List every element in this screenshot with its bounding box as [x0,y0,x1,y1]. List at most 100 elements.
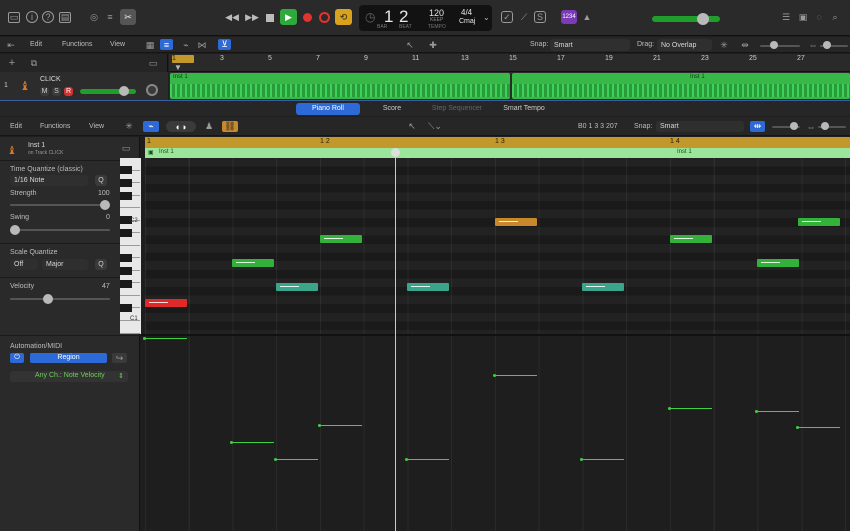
track-volume-knob[interactable] [119,86,129,96]
playhead-handle[interactable] [391,148,400,157]
editor-link-icon[interactable]: ⛓ [222,121,238,132]
notepad-icon[interactable]: ▣ [797,11,809,23]
tracks-snap-dropdown[interactable]: Smart [550,39,630,51]
tracks-zoom-knob[interactable] [770,41,778,49]
mixer-icon[interactable]: ≡ [104,11,116,23]
tracks-hzoom-knob[interactable] [823,41,831,49]
replace-icon[interactable]: ⟋ [518,11,530,23]
editor-catch-icon[interactable]: ✳ [123,121,135,132]
arrange-region-2[interactable]: Inst 1 [512,73,850,99]
velocity-line[interactable] [230,441,274,444]
swing-slider[interactable] [10,229,110,231]
velocity-knob[interactable] [43,294,53,304]
editor-vzoom-knob[interactable] [790,122,798,130]
velocity-line[interactable] [318,424,362,427]
velocity-line[interactable] [405,458,449,461]
count-in-button[interactable]: 1234 [561,10,577,24]
pencil-tool-icon[interactable]: ✚ [428,40,438,50]
tracks-zoom-slider[interactable] [760,45,800,47]
editor-ruler[interactable]: 1 1 2 1 3 1 4 [145,137,850,148]
automation-share-icon[interactable]: ↪ [112,353,127,363]
velocity-lane[interactable] [145,336,850,531]
editor-quantize-icon[interactable]: ♟ [203,121,215,132]
capture-record-icon[interactable] [319,12,330,23]
scale-quantize-button[interactable]: Q [95,259,107,270]
editor-region-strip[interactable]: ▣ Inst 1 Inst 1 [145,148,850,158]
back-arrow-icon[interactable]: ⇤ [6,40,16,50]
scale-quantize-off-dropdown[interactable]: Off [10,259,38,270]
fit-zoom-icon[interactable]: ⇹ [738,40,752,50]
editor-fit-icon[interactable]: ⇹ [750,121,765,132]
library-icon[interactable]: ▭ [8,12,20,23]
velocity-line[interactable] [755,410,799,413]
solo-button[interactable]: S [52,87,61,96]
inspector-icon[interactable]: i [26,11,38,23]
stop-icon[interactable] [266,14,274,22]
black-key[interactable] [120,267,132,275]
midi-note[interactable] [145,299,187,307]
rewind-icon[interactable]: ◀◀ [225,11,239,24]
note-grid[interactable] [145,158,850,334]
black-key[interactable] [120,192,132,200]
track-name[interactable]: CLICK [40,76,61,83]
velocity-line[interactable] [143,337,187,340]
black-key[interactable] [120,304,132,312]
record-icon[interactable] [303,13,312,22]
editor-pencil-tool[interactable]: ⟍⌄ [426,121,444,132]
list-view-icon[interactable]: ≡ [160,39,173,50]
catch-icon[interactable]: ⊻ [218,39,231,50]
midi-note[interactable] [798,218,840,226]
scale-quantize-mode-dropdown[interactable]: Major [42,259,88,270]
black-key[interactable] [120,280,132,288]
velocity-line[interactable] [493,374,537,377]
midi-note[interactable] [407,283,449,291]
play-button[interactable]: ▶ [280,9,297,25]
midi-note[interactable] [757,259,799,267]
piano-keyboard[interactable]: C2 C1 [120,158,141,334]
midi-note[interactable] [670,235,712,243]
swing-knob[interactable] [10,225,20,235]
fast-forward-icon[interactable]: ▶▶ [245,11,259,24]
flex-icon[interactable]: ⋈ [197,40,207,50]
midi-note[interactable] [276,283,318,291]
white-key[interactable] [120,320,140,334]
add-track-icon[interactable]: + [6,57,18,69]
h-zoom-icon[interactable]: ⇔ [808,40,818,50]
pointer-tool-icon[interactable]: ↖ [405,40,415,50]
tab-piano-roll[interactable]: Piano Roll [296,103,360,115]
global-tracks-icon[interactable]: ▭ [147,58,159,68]
mute-button[interactable]: M [40,87,49,96]
master-volume-slider[interactable] [652,16,720,22]
solo-icon[interactable]: S [534,11,546,23]
lcd-dropdown-icon[interactable]: ⌄ [483,13,490,22]
midi-note[interactable] [495,218,537,226]
tracks-edit-menu[interactable]: Edit [30,41,42,48]
time-quantize-dropdown[interactable]: 1/16 Note [10,175,88,186]
playhead[interactable] [395,148,396,531]
editor-hzoom-knob[interactable] [821,122,829,130]
list-editors-icon[interactable]: ☰ [780,11,792,23]
arrange-region-1[interactable]: Inst 1 [170,73,510,99]
tuner-icon[interactable]: ✓ [501,11,513,23]
automation-param-dropdown[interactable]: Any Ch.: Note Velocity ⇕ [10,371,128,382]
automation-power-icon[interactable]: ⏻ [10,353,24,363]
browser-icon[interactable]: ⌕ [829,11,841,23]
waveform-zoom-icon[interactable]: ✳ [719,40,729,50]
automation-region-button[interactable]: Region [30,353,107,363]
strength-slider[interactable] [10,204,110,206]
midi-note[interactable] [582,283,624,291]
tracks-drag-dropdown[interactable]: No Overlap [657,39,712,51]
lcd-display[interactable]: ◷ 1 2 BAR BEAT 120 KEEP TEMPO 4/4 Cmaj ⌄ [359,5,492,31]
black-key[interactable] [120,229,132,237]
editor-functions-menu[interactable]: Functions [40,123,70,130]
velocity-line[interactable] [668,407,712,410]
editor-midi-out-icon[interactable]: ◐◑ [166,121,196,132]
tab-smart-tempo[interactable]: Smart Tempo [495,103,553,115]
grid-view-icon[interactable]: ▦ [145,40,155,50]
help-icon[interactable]: ? [42,11,54,23]
editors-scissors-icon[interactable]: ✂ [120,9,136,25]
velocity-line[interactable] [580,458,624,461]
tab-score[interactable]: Score [370,103,414,115]
editor-edit-menu[interactable]: Edit [10,123,22,130]
loop-browser-icon[interactable]: ◌ [813,11,825,23]
